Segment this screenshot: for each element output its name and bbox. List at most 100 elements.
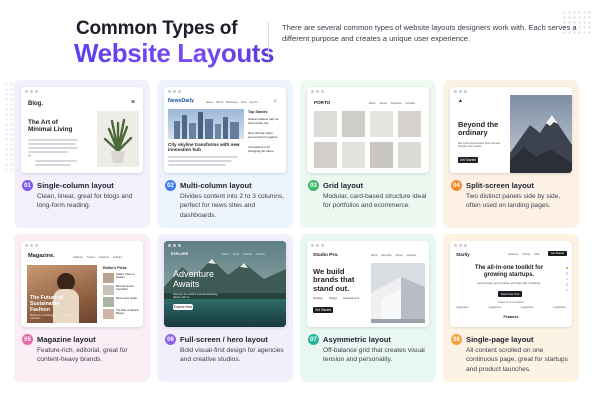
- partner-logo: Logoipsum: [488, 306, 502, 309]
- logo-row: Logoipsum Logoipsum Logoipsum Logoipsum: [456, 306, 566, 309]
- nav-link[interactable]: Lifestyle: [99, 255, 109, 259]
- nav-link[interactable]: Pricing: [522, 253, 530, 256]
- mountain-image: [510, 95, 572, 173]
- nav-link[interactable]: Fashion: [73, 255, 83, 259]
- grid-tile[interactable]: [398, 111, 421, 137]
- mock-brand: EXPLORE: [171, 252, 189, 256]
- nav-link[interactable]: Work: [369, 101, 375, 105]
- nav-link[interactable]: Culture: [113, 255, 122, 259]
- grid-tile[interactable]: [314, 142, 337, 168]
- nav-link[interactable]: Sports: [250, 100, 258, 104]
- pick-item[interactable]: Hidden Cities to Explore: [116, 273, 140, 279]
- nav-link[interactable]: FAQ: [534, 253, 539, 256]
- nav-link[interactable]: Tours: [233, 253, 239, 256]
- nav-link[interactable]: Contact: [406, 101, 416, 105]
- mock-subtext: Launch faster, grow smarter, and scale w…: [477, 282, 541, 285]
- nav-link[interactable]: About: [396, 254, 403, 257]
- window-dots: [454, 90, 467, 93]
- grid-tile[interactable]: [398, 142, 421, 168]
- triangle-logo-icon: ▲: [458, 98, 463, 104]
- nav-link[interactable]: Travel: [87, 255, 95, 259]
- menu-icon[interactable]: ≡: [131, 99, 135, 106]
- card-title: Split-screen layout: [466, 181, 534, 190]
- mock-headline: The all-in-one toolkit for growing start…: [474, 265, 544, 278]
- window-dots: [168, 90, 181, 93]
- nav-link[interactable]: Contact: [407, 254, 416, 257]
- side-item[interactable]: Global markets rally as tech stocks rise: [248, 117, 282, 125]
- get-started-button[interactable]: Get Started: [458, 157, 478, 163]
- side-item[interactable]: New climate policy announced by leaders: [248, 131, 282, 139]
- feature-title: The Future of Sustainable Fashion: [30, 295, 64, 313]
- card-description: Divides content into 2 to 3 columns, per…: [180, 193, 285, 219]
- explore-now-button[interactable]: Explore Now: [173, 304, 193, 310]
- mock-brand: Blog.: [28, 101, 43, 107]
- nav-link[interactable]: Work: [371, 254, 377, 257]
- mock-subtext: Discover the world's most breathtaking p…: [173, 293, 218, 300]
- nav-link[interactable]: Services: [391, 101, 402, 105]
- features-heading: Features: [503, 315, 519, 319]
- grid-tile[interactable]: [342, 111, 365, 137]
- number-badge: 05: [22, 334, 33, 345]
- grid-tile[interactable]: [342, 142, 365, 168]
- card-grid: PORTO Work About Services Contact 03 Gri…: [300, 80, 436, 228]
- pick-item[interactable]: Slow Living Guide: [116, 297, 140, 300]
- partner-logo: Logoipsum: [456, 306, 469, 309]
- nav-link[interactable]: News: [206, 100, 213, 104]
- mock-nav: Features Pricing FAQ: [508, 253, 539, 256]
- nav-link[interactable]: Contact: [256, 253, 265, 256]
- mock-subtext: We craft experiences that connect brands…: [458, 141, 501, 149]
- search-icon[interactable]: ⌕: [274, 98, 277, 104]
- nav-link[interactable]: Business: [226, 100, 237, 104]
- grid-tile[interactable]: [370, 111, 393, 137]
- nav-cta-button[interactable]: Get Started: [548, 251, 567, 256]
- card-multi-column: NewsDaily News World Business Tech Sport…: [157, 80, 293, 228]
- mock-headline: Beyond the ordinary: [458, 120, 499, 138]
- grid-tile[interactable]: [314, 111, 337, 137]
- pick-item[interactable]: The Rise of Natural Beauty: [116, 309, 140, 315]
- nav-link[interactable]: Services: [381, 254, 391, 257]
- mock-nav: News World Business Tech Sports: [206, 100, 258, 104]
- nav-link[interactable]: World: [216, 100, 223, 104]
- side-title: Top Stories: [248, 110, 268, 114]
- infographic: Common Types of Website Layouts There ar…: [0, 0, 600, 400]
- card-title: Single-page layout: [466, 335, 534, 344]
- tag: Development: [343, 297, 360, 300]
- number-badge: 07: [308, 334, 319, 345]
- mockup-single-page: Startly Features Pricing FAQ Get Started…: [450, 241, 572, 327]
- pick-item[interactable]: Minimal Homes Inspiration: [116, 285, 140, 291]
- header-divider: [268, 22, 269, 60]
- mock-headline: The Art of Minimal Living: [28, 119, 73, 134]
- side-item[interactable]: Innovations in AI changing the future: [248, 145, 282, 153]
- card-magazine: Magazine. Fashion Travel Lifestyle Cultu…: [14, 234, 150, 382]
- card-title: Asymmetric layout: [323, 335, 391, 344]
- nav-link[interactable]: Features: [508, 253, 518, 256]
- quote-icon: “: [28, 153, 31, 163]
- card-description: Off-balance grid that creates visual ten…: [323, 347, 425, 364]
- partner-logo: Logoipsum: [553, 306, 566, 309]
- plant-image: [97, 111, 139, 167]
- nav-link[interactable]: Journal: [243, 253, 252, 256]
- number-badge: 08: [451, 334, 462, 345]
- get-started-button[interactable]: Get Started: [313, 307, 333, 313]
- mockup-hero: EXPLORE About Tours Journal Contact Adve…: [164, 241, 286, 327]
- window-dots: [311, 90, 324, 93]
- start-free-trial-button[interactable]: Start Free Trial: [498, 291, 522, 297]
- mock-brand: PORTO: [314, 100, 331, 105]
- nav-link[interactable]: About: [379, 101, 386, 105]
- card-description: All content scrolled on one continuous p…: [466, 347, 568, 373]
- mock-brand: Magazine.: [28, 253, 55, 259]
- nav-link[interactable]: Tech: [241, 100, 247, 104]
- card-split-screen: ▲ Beyond the ordinary We craft experienc…: [443, 80, 579, 228]
- number-badge: 01: [22, 180, 33, 191]
- grid-tile[interactable]: [370, 142, 393, 168]
- tag: Strategy: [313, 297, 324, 300]
- mock-brand: NewsDaily: [168, 98, 194, 104]
- scroll-indicator[interactable]: [566, 267, 569, 291]
- mock-headline: Adventure Awaits: [173, 269, 215, 289]
- mock-nav: Work Services About Contact: [371, 254, 416, 257]
- mock-tags: Strategy Design Development: [313, 297, 359, 300]
- mockup-grid: PORTO Work About Services Contact: [307, 87, 429, 173]
- mock-nav: About Tours Journal Contact: [222, 253, 265, 256]
- nav-link[interactable]: About: [222, 253, 229, 256]
- number-badge: 06: [165, 334, 176, 345]
